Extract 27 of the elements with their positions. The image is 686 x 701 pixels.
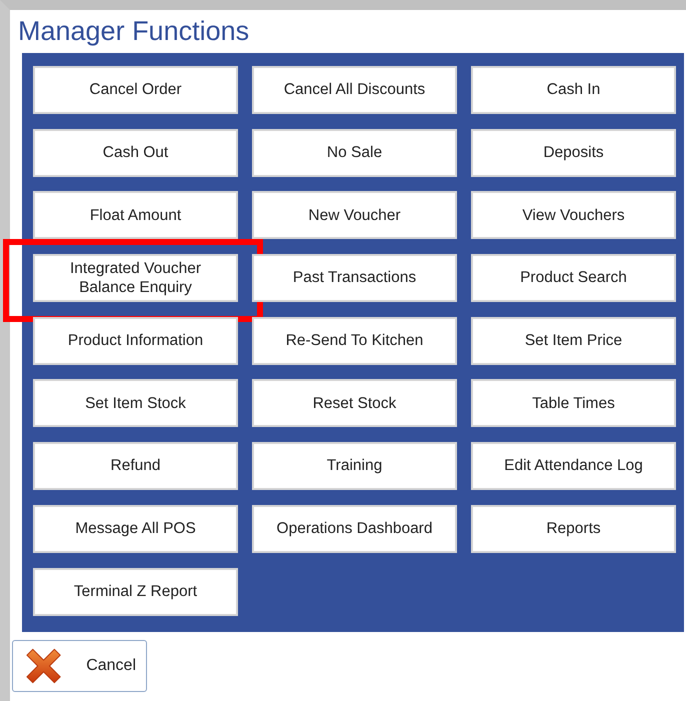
function-button[interactable]: Edit Attendance Log xyxy=(471,442,676,490)
function-button[interactable]: Table Times xyxy=(471,379,676,428)
function-button[interactable]: No Sale xyxy=(252,128,457,177)
function-button[interactable]: New Voucher xyxy=(252,191,457,240)
function-button[interactable]: Operations Dashboard xyxy=(252,504,457,553)
function-button[interactable]: Set Item Price xyxy=(471,316,676,365)
function-button[interactable]: Product Search xyxy=(471,254,676,302)
function-button[interactable]: Refund xyxy=(33,442,238,490)
function-button[interactable]: Cash In xyxy=(471,66,676,114)
function-button[interactable]: Cash Out xyxy=(33,128,238,177)
function-button[interactable]: Integrated Voucher Balance Enquiry xyxy=(33,254,238,302)
function-button[interactable]: Set Item Stock xyxy=(33,379,238,428)
function-button[interactable]: View Vouchers xyxy=(471,191,676,240)
function-button[interactable]: Training xyxy=(252,442,457,490)
function-button[interactable]: Re-Send To Kitchen xyxy=(252,316,457,365)
function-button[interactable]: Cancel Order xyxy=(33,66,238,114)
function-button[interactable]: Past Transactions xyxy=(252,254,457,302)
function-button[interactable]: Reset Stock xyxy=(252,379,457,428)
function-button[interactable]: Product Information xyxy=(33,316,238,365)
function-button[interactable]: Reports xyxy=(471,504,676,553)
function-button[interactable]: Float Amount xyxy=(33,191,238,240)
function-button[interactable]: Cancel All Discounts xyxy=(252,66,457,114)
function-button[interactable]: Message All POS xyxy=(33,504,238,553)
function-button[interactable]: Deposits xyxy=(471,128,676,177)
cancel-button[interactable]: Cancel xyxy=(12,640,147,692)
function-button[interactable]: Terminal Z Report xyxy=(33,568,238,616)
window-title: Manager Functions xyxy=(18,15,250,48)
